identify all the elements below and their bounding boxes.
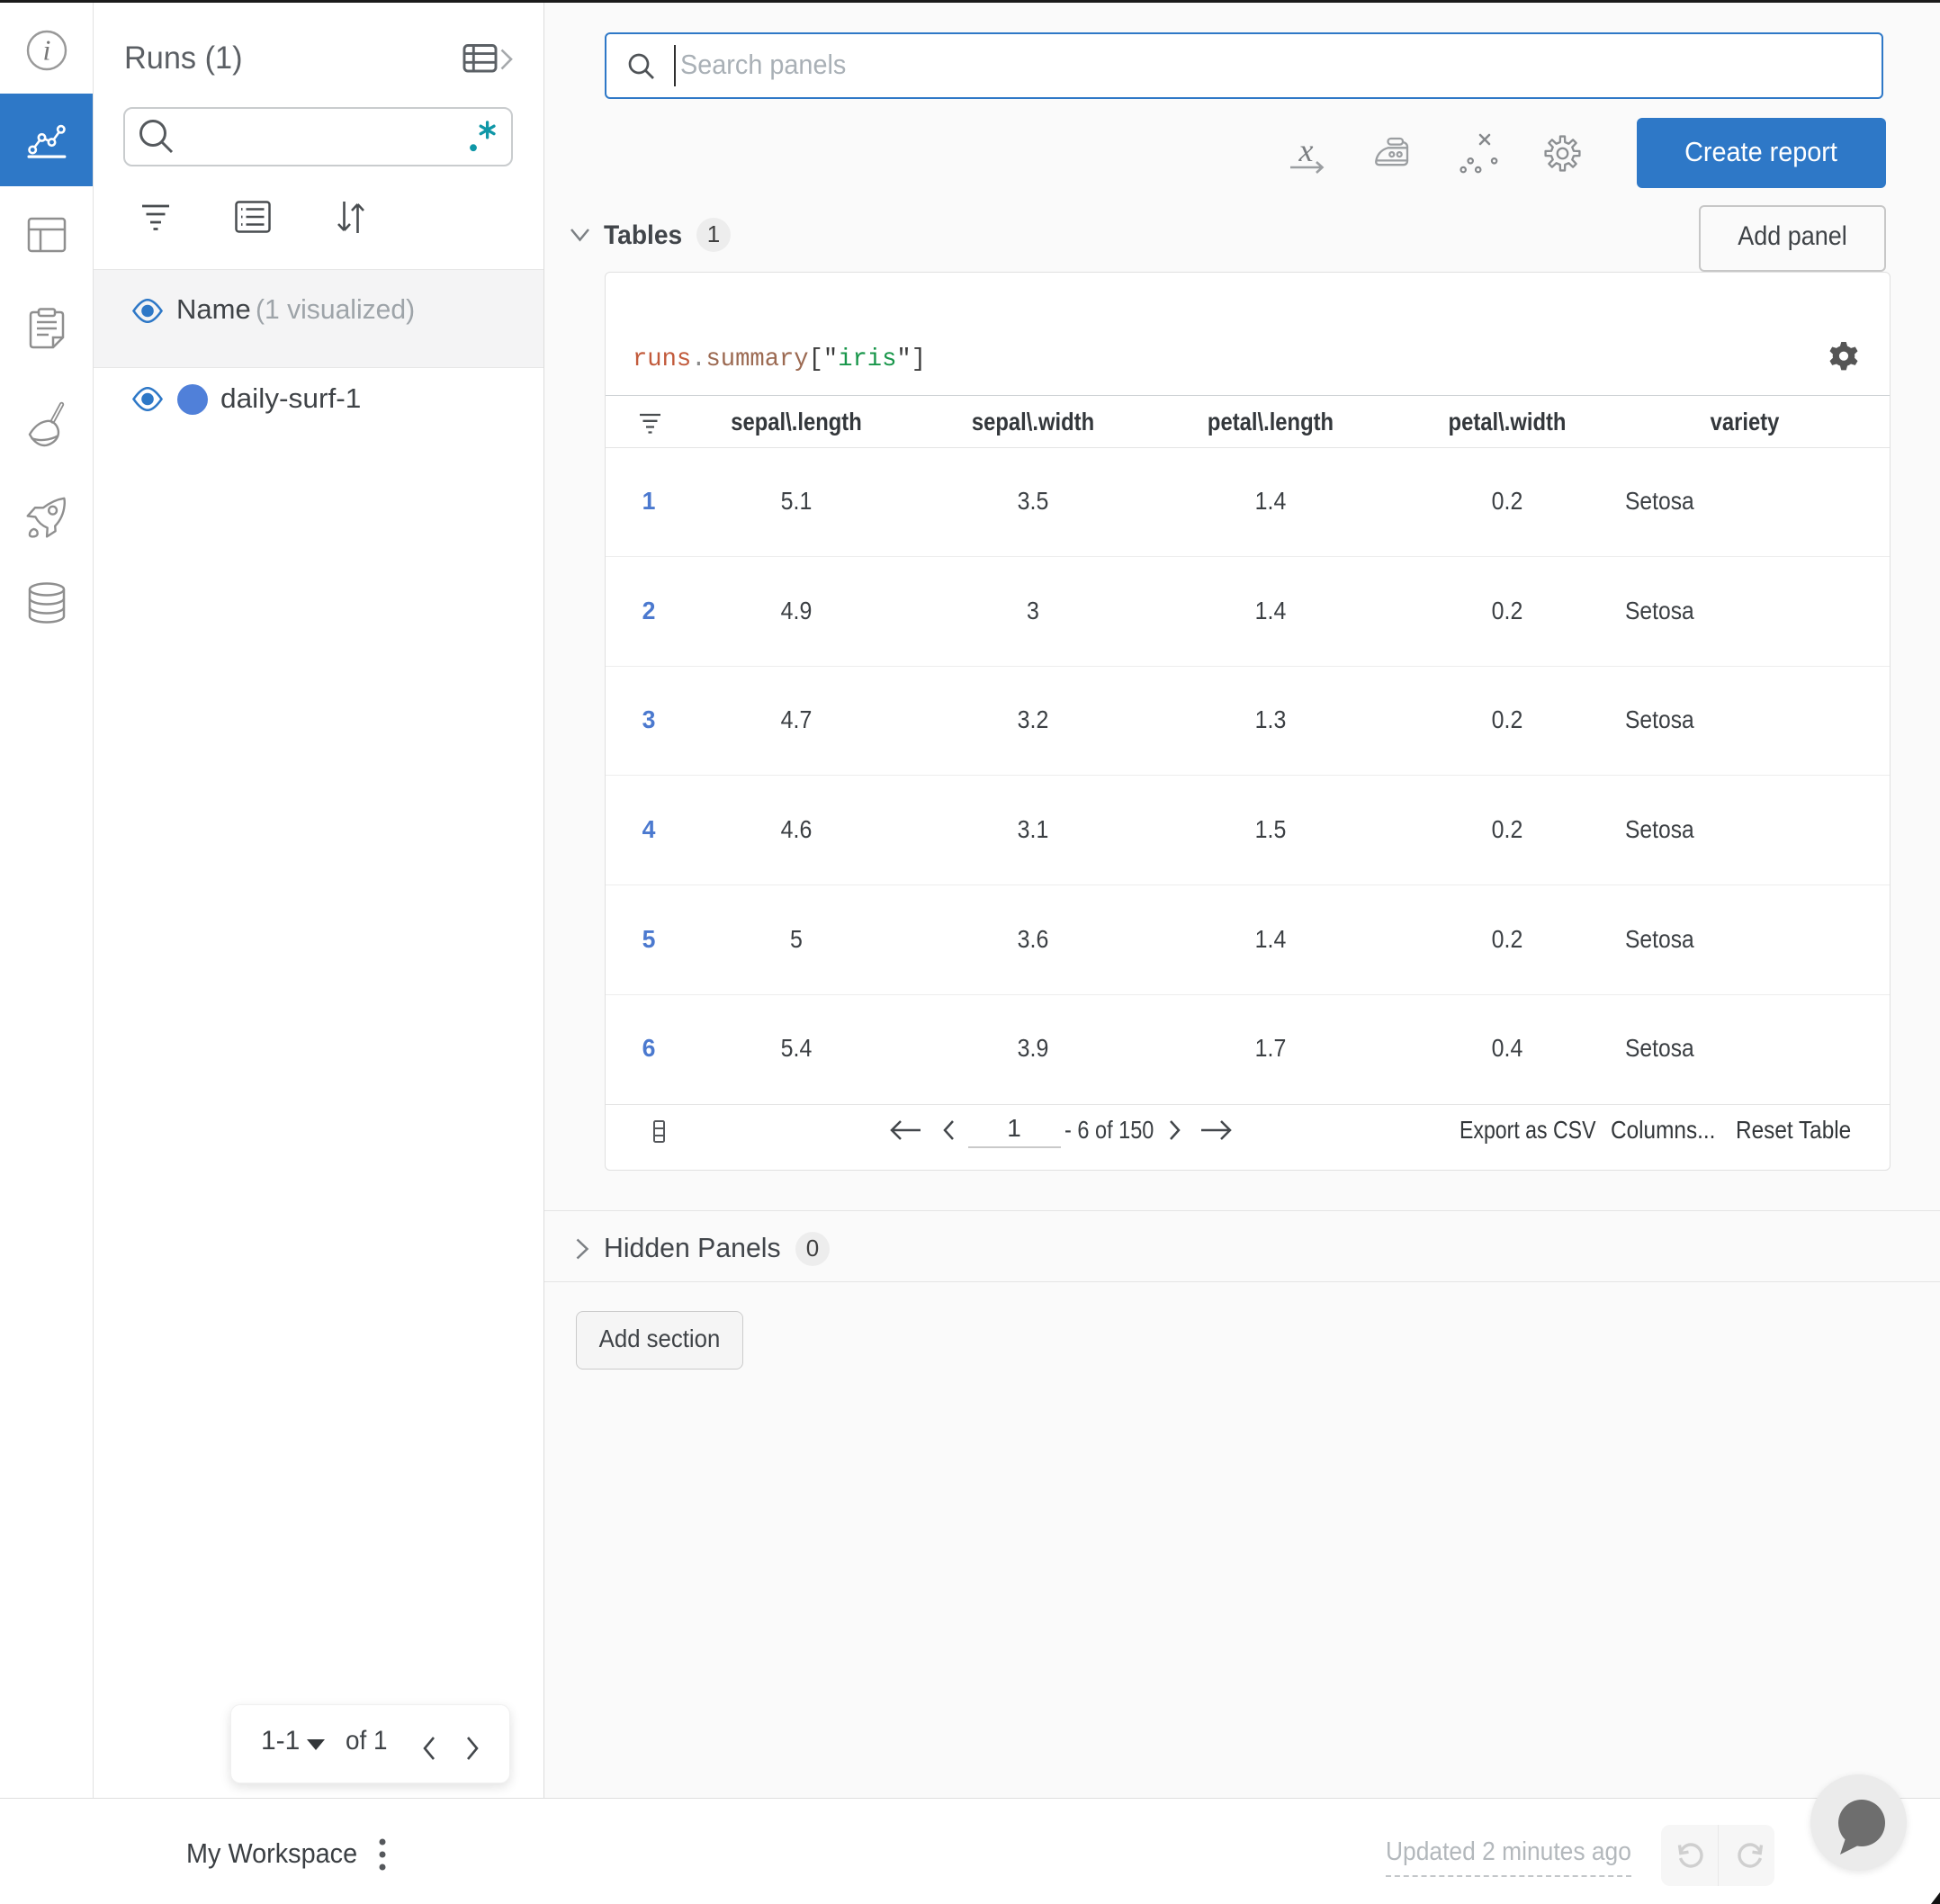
svg-text:i: i [43, 34, 51, 67]
svg-text:x: x [1298, 135, 1314, 168]
